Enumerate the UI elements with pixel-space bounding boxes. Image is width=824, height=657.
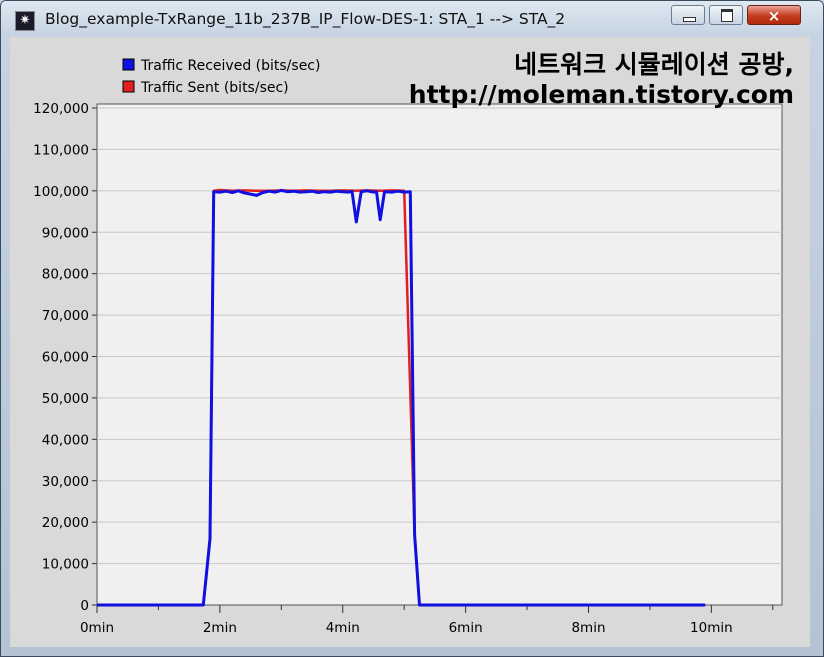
y-tick-label: 80,000 (42, 267, 89, 283)
x-tick-label: 6min (449, 620, 483, 636)
legend-label-sent: Traffic Sent (bits/sec) (140, 80, 289, 96)
y-tick-label: 10,000 (42, 557, 89, 573)
y-tick-label: 120,000 (33, 101, 89, 117)
legend-label-received: Traffic Received (bits/sec) (140, 58, 320, 74)
x-tick-label: 2min (203, 620, 237, 636)
x-tick-label: 8min (571, 620, 605, 636)
y-tick-label: 60,000 (42, 350, 89, 366)
plot-area (96, 103, 783, 606)
y-tick-label: 30,000 (42, 474, 89, 490)
y-tick-label: 40,000 (42, 432, 89, 448)
x-tick-label: 10min (690, 620, 733, 636)
y-tick-label: 90,000 (42, 225, 89, 241)
y-tick-label: 20,000 (42, 515, 89, 531)
legend-swatch-received (122, 58, 135, 71)
y-tick-label: 70,000 (42, 308, 89, 324)
x-tick-label: 4min (326, 620, 360, 636)
legend-swatch-sent (122, 80, 135, 93)
watermark-title: 네트워크 시뮬레이션 공방, (514, 50, 794, 79)
watermark-url: http://moleman.tistory.com (408, 80, 794, 109)
y-tick-label: 100,000 (33, 184, 89, 200)
y-tick-label: 0 (80, 598, 89, 614)
x-tick-label: 0min (80, 620, 114, 636)
y-tick-label: 110,000 (33, 142, 89, 158)
y-tick-label: 50,000 (42, 391, 89, 407)
